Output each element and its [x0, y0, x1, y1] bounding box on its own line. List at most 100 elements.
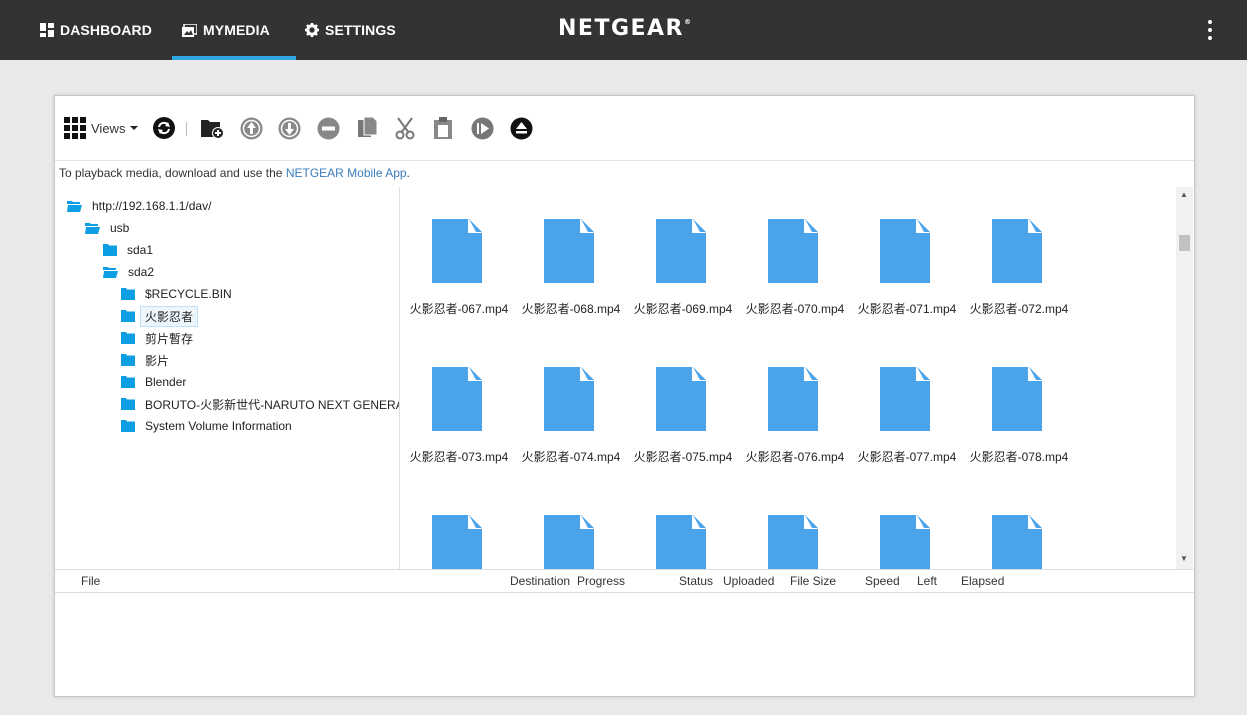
tree-label: sda2 [128, 265, 155, 279]
file-name: 火影忍者-073.mp4 [409, 450, 509, 464]
folder-open-icon [67, 201, 82, 212]
folder-icon [121, 398, 135, 410]
tree-item-videos[interactable]: 影片 [121, 350, 169, 370]
file-icon [432, 367, 482, 431]
folder-icon [121, 376, 135, 388]
file-name: 火影忍者-074.mp4 [521, 450, 621, 464]
files-vertical-scrollbar[interactable]: ▲ ▼ [1176, 187, 1193, 569]
tree-label: http://192.168.1.1/dav/ [92, 199, 212, 213]
paste-button[interactable] [433, 116, 453, 140]
scrollbar-thumb[interactable] [1179, 235, 1190, 251]
tree-item-naruto[interactable]: 火影忍者 [121, 305, 199, 327]
gear-icon [305, 23, 319, 37]
cut-icon [395, 116, 415, 139]
nav-settings[interactable]: SETTINGS [305, 0, 396, 60]
file-icon [544, 515, 594, 569]
paste-icon [434, 116, 452, 139]
tree-label: Blender [145, 375, 187, 389]
folder-open-icon [85, 223, 100, 234]
refresh-button[interactable] [153, 116, 175, 140]
tree-item-boruto[interactable]: BORUTO-火影新世代-NARUTO NEXT GENERATIONS [121, 394, 399, 414]
file-icon [432, 515, 482, 569]
file-icon [880, 367, 930, 431]
scroll-down-icon[interactable]: ▼ [1180, 554, 1188, 563]
tree-item-sda1[interactable]: sda1 [103, 240, 153, 260]
tree-label: usb [110, 221, 130, 235]
tree-label: 火影忍者 [140, 305, 199, 327]
file-name: 火影忍者-067.mp4 [409, 302, 509, 316]
file-name: 火影忍者-078.mp4 [969, 450, 1069, 464]
mobile-app-hint: To playback media, download and use the … [59, 166, 410, 180]
folder-icon [121, 420, 135, 432]
col-speed: Speed [865, 574, 900, 588]
file-icon [656, 515, 706, 569]
file-icon [544, 367, 594, 431]
col-file: File [81, 574, 101, 588]
tree-item-system-volume[interactable]: System Volume Information [121, 416, 292, 436]
dashboard-icon [40, 23, 54, 37]
upload-icon [240, 117, 263, 139]
tree-item-usb[interactable]: usb [85, 218, 129, 238]
toolbar-divider [186, 122, 187, 136]
eject-button[interactable] [510, 116, 533, 140]
col-progress: Progress [577, 574, 626, 588]
views-label: Views [91, 120, 126, 136]
file-icon [992, 367, 1042, 431]
nav-settings-label: SETTINGS [325, 22, 396, 38]
copy-button[interactable] [356, 116, 379, 140]
more-menu-icon[interactable] [1202, 18, 1218, 42]
download-icon [278, 117, 301, 139]
tree-label: 剪片暫存 [145, 331, 194, 346]
scroll-up-icon[interactable]: ▲ [1180, 190, 1188, 199]
media-browser-panel: Views To playback media, download and us… [54, 95, 1195, 697]
top-nav-bar: DASHBOARD MYMEDIA SETTINGS NETGEAR® [0, 0, 1247, 60]
folder-icon [103, 244, 117, 256]
file-icon [656, 367, 706, 431]
folder-icon [121, 288, 135, 300]
tree-item-root[interactable]: http://192.168.1.1/dav/ [67, 196, 211, 216]
nav-mymedia[interactable]: MYMEDIA [182, 0, 270, 60]
file-icon [544, 219, 594, 283]
active-tab-indicator [172, 56, 296, 60]
cut-button[interactable] [394, 116, 416, 140]
file-icon [768, 219, 818, 283]
file-grid: 火影忍者-067.mp4 火影忍者-068.mp4 火影忍者-069.mp4 火… [400, 187, 1175, 569]
refresh-icon [153, 117, 175, 139]
tree-item-blender[interactable]: Blender [121, 372, 186, 392]
play-icon [471, 117, 494, 139]
file-icon [656, 219, 706, 283]
file-icon [432, 219, 482, 283]
tree-item-recycle-bin[interactable]: $RECYCLE.BIN [121, 284, 232, 304]
col-uploaded: Uploaded [723, 574, 775, 588]
file-icon [768, 515, 818, 569]
views-button[interactable]: Views [64, 116, 139, 140]
new-folder-icon [201, 119, 224, 139]
tree-label: 影片 [145, 353, 170, 368]
mobile-app-link[interactable]: NETGEAR Mobile App [286, 166, 407, 180]
file-name: 火影忍者-069.mp4 [633, 302, 733, 316]
new-folder-button[interactable] [200, 116, 225, 140]
file-name: 火影忍者-070.mp4 [745, 302, 845, 316]
tree-item-sda2[interactable]: sda2 [103, 262, 154, 282]
upload-button[interactable] [240, 116, 263, 140]
play-button[interactable] [471, 116, 494, 140]
file-name: 火影忍者-077.mp4 [857, 450, 957, 464]
delete-button[interactable] [317, 116, 340, 140]
file-icon [880, 515, 930, 569]
delete-icon [317, 117, 340, 139]
tree-item-clip-temp[interactable]: 剪片暫存 [121, 328, 193, 348]
tree-label: BORUTO-火影新世代-NARUTO NEXT GENERATIONS [145, 397, 399, 412]
nav-dashboard[interactable]: DASHBOARD [40, 0, 152, 60]
file-name: 火影忍者-071.mp4 [857, 302, 957, 316]
folder-icon [121, 332, 135, 344]
nav-dashboard-label: DASHBOARD [60, 22, 152, 38]
toolbar: Views [55, 96, 1194, 161]
caret-down-icon [130, 126, 139, 130]
transfer-queue-header: File Destination Progress Status Uploade… [55, 569, 1194, 593]
col-file-size: File Size [790, 574, 837, 588]
file-name: 火影忍者-068.mp4 [521, 302, 621, 316]
tree-label: sda1 [127, 243, 154, 257]
file-name: 火影忍者-075.mp4 [633, 450, 733, 464]
download-button[interactable] [278, 116, 301, 140]
col-elapsed: Elapsed [961, 574, 1005, 588]
